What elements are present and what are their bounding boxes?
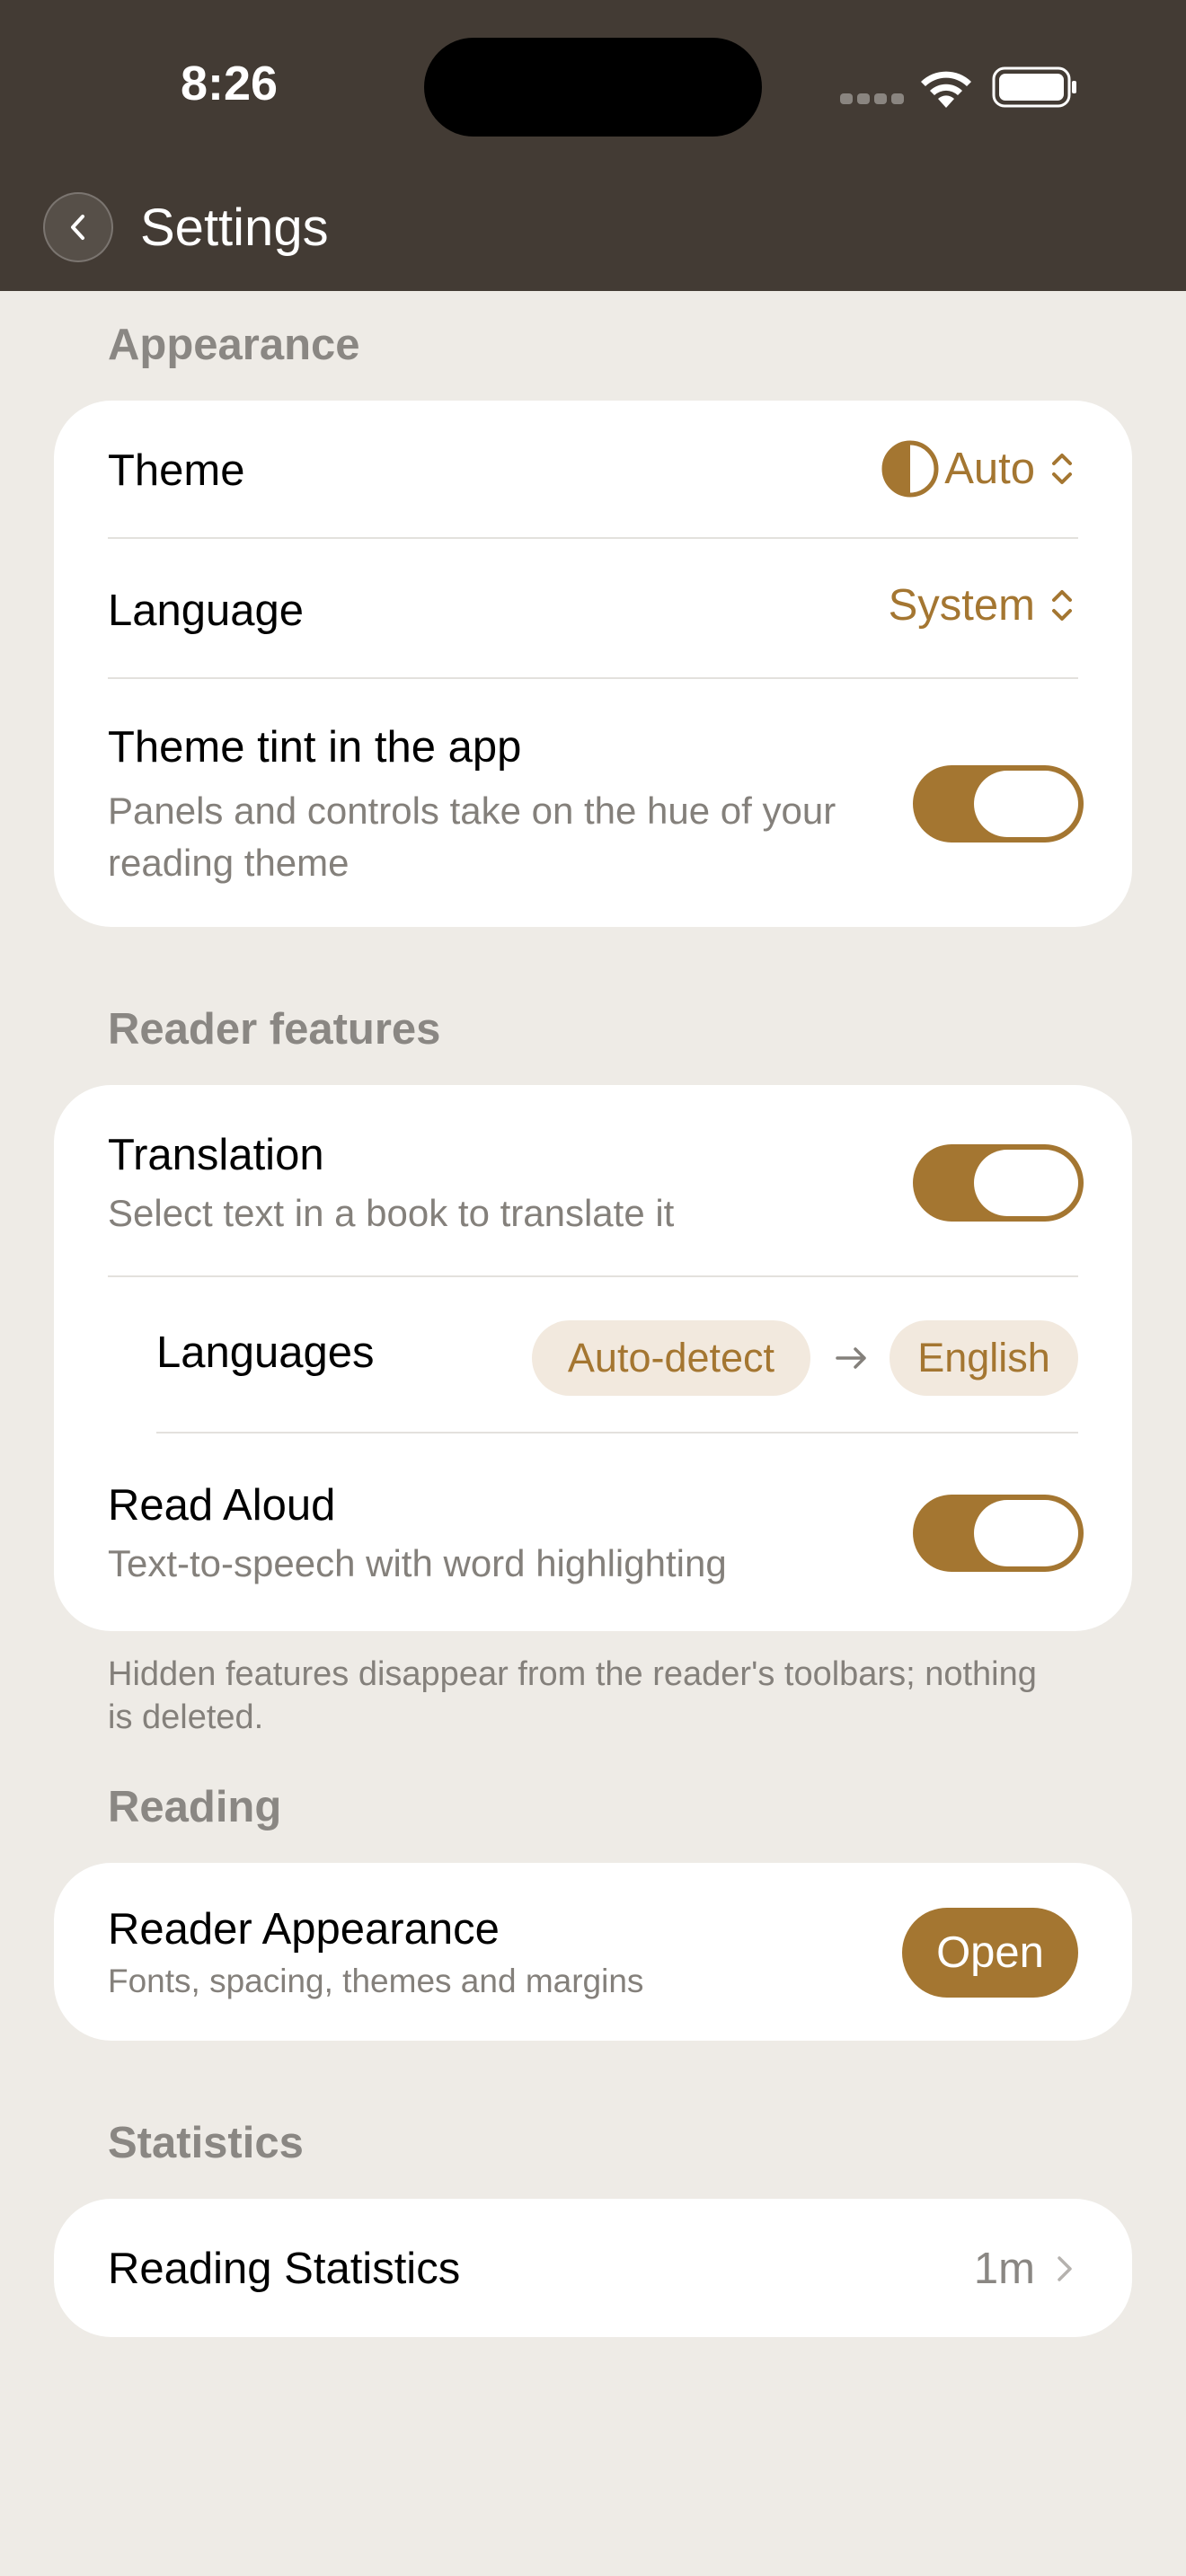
translation-toggle[interactable] — [913, 1144, 1084, 1222]
language-label: Language — [108, 587, 305, 635]
theme-label: Theme — [108, 446, 245, 495]
reader-appearance-label: Reader Appearance — [108, 1905, 500, 1954]
reader-features-footnote: Hidden features disappear from the reade… — [108, 1655, 1037, 1736]
reading-card: Reader Appearance Fonts, spacing, themes… — [54, 1863, 1132, 2041]
toggle-knob — [974, 771, 1078, 837]
reading-statistics-value-group: 1m — [974, 2244, 1078, 2294]
target-language-pill[interactable]: English — [890, 1320, 1078, 1396]
battery-icon — [992, 66, 1076, 108]
divider — [156, 1432, 1078, 1434]
status-time: 8:26 — [180, 57, 279, 110]
divider — [108, 1275, 1078, 1277]
divider — [108, 677, 1078, 679]
reader-appearance-description: Fonts, spacing, themes and margins — [108, 1963, 644, 1999]
section-title-reader-features: Reader features — [108, 1005, 441, 1054]
toggle-knob — [974, 1150, 1078, 1216]
half-circle-theme-icon — [881, 440, 939, 498]
section-title-appearance: Appearance — [108, 321, 360, 369]
translation-description: Select text in a book to translate it — [108, 1192, 675, 1234]
theme-value: Auto — [944, 445, 1035, 493]
section-title-reading: Reading — [108, 1783, 282, 1831]
dynamic-island — [424, 38, 762, 137]
arrow-right-icon — [836, 1347, 866, 1369]
reading-statistics-label: Reading Statistics — [108, 2245, 461, 2293]
wifi-icon — [921, 71, 971, 108]
translation-label: Translation — [108, 1131, 324, 1179]
navigation-header: 8:26 Settings — [0, 0, 1186, 291]
open-reader-appearance-button[interactable]: Open — [902, 1908, 1078, 1998]
back-button[interactable] — [43, 192, 113, 262]
section-title-statistics: Statistics — [108, 2119, 304, 2167]
appearance-card: Theme Auto Language System Theme tint in… — [54, 401, 1132, 927]
theme-tint-description: Panels and controls take on the hue of y… — [108, 790, 836, 884]
read-aloud-label: Read Aloud — [108, 1481, 336, 1530]
divider — [108, 537, 1078, 539]
read-aloud-description: Text-to-speech with word highlighting — [108, 1542, 727, 1584]
chevron-up-down-icon — [1052, 590, 1072, 621]
languages-label: Languages — [156, 1328, 375, 1377]
theme-picker[interactable]: Auto — [881, 440, 1078, 498]
theme-tint-toggle[interactable] — [913, 765, 1084, 842]
read-aloud-toggle[interactable] — [913, 1495, 1084, 1572]
chevron-left-icon — [71, 215, 84, 240]
page-title: Settings — [140, 198, 329, 257]
chevron-up-down-icon — [1052, 454, 1072, 484]
cellular-signal-icon — [840, 93, 904, 106]
toggle-knob — [974, 1500, 1078, 1566]
source-language-pill[interactable]: Auto-detect — [532, 1320, 810, 1396]
reader-features-card: Translation Select text in a book to tra… — [54, 1085, 1132, 1631]
chevron-right-icon — [1058, 2256, 1072, 2281]
statistics-card[interactable]: Reading Statistics 1m — [54, 2199, 1132, 2337]
theme-tint-label: Theme tint in the app — [108, 723, 522, 772]
language-value: System — [888, 581, 1035, 630]
reading-statistics-value: 1m — [973, 2245, 1035, 2293]
language-picker[interactable]: System — [889, 580, 1078, 631]
